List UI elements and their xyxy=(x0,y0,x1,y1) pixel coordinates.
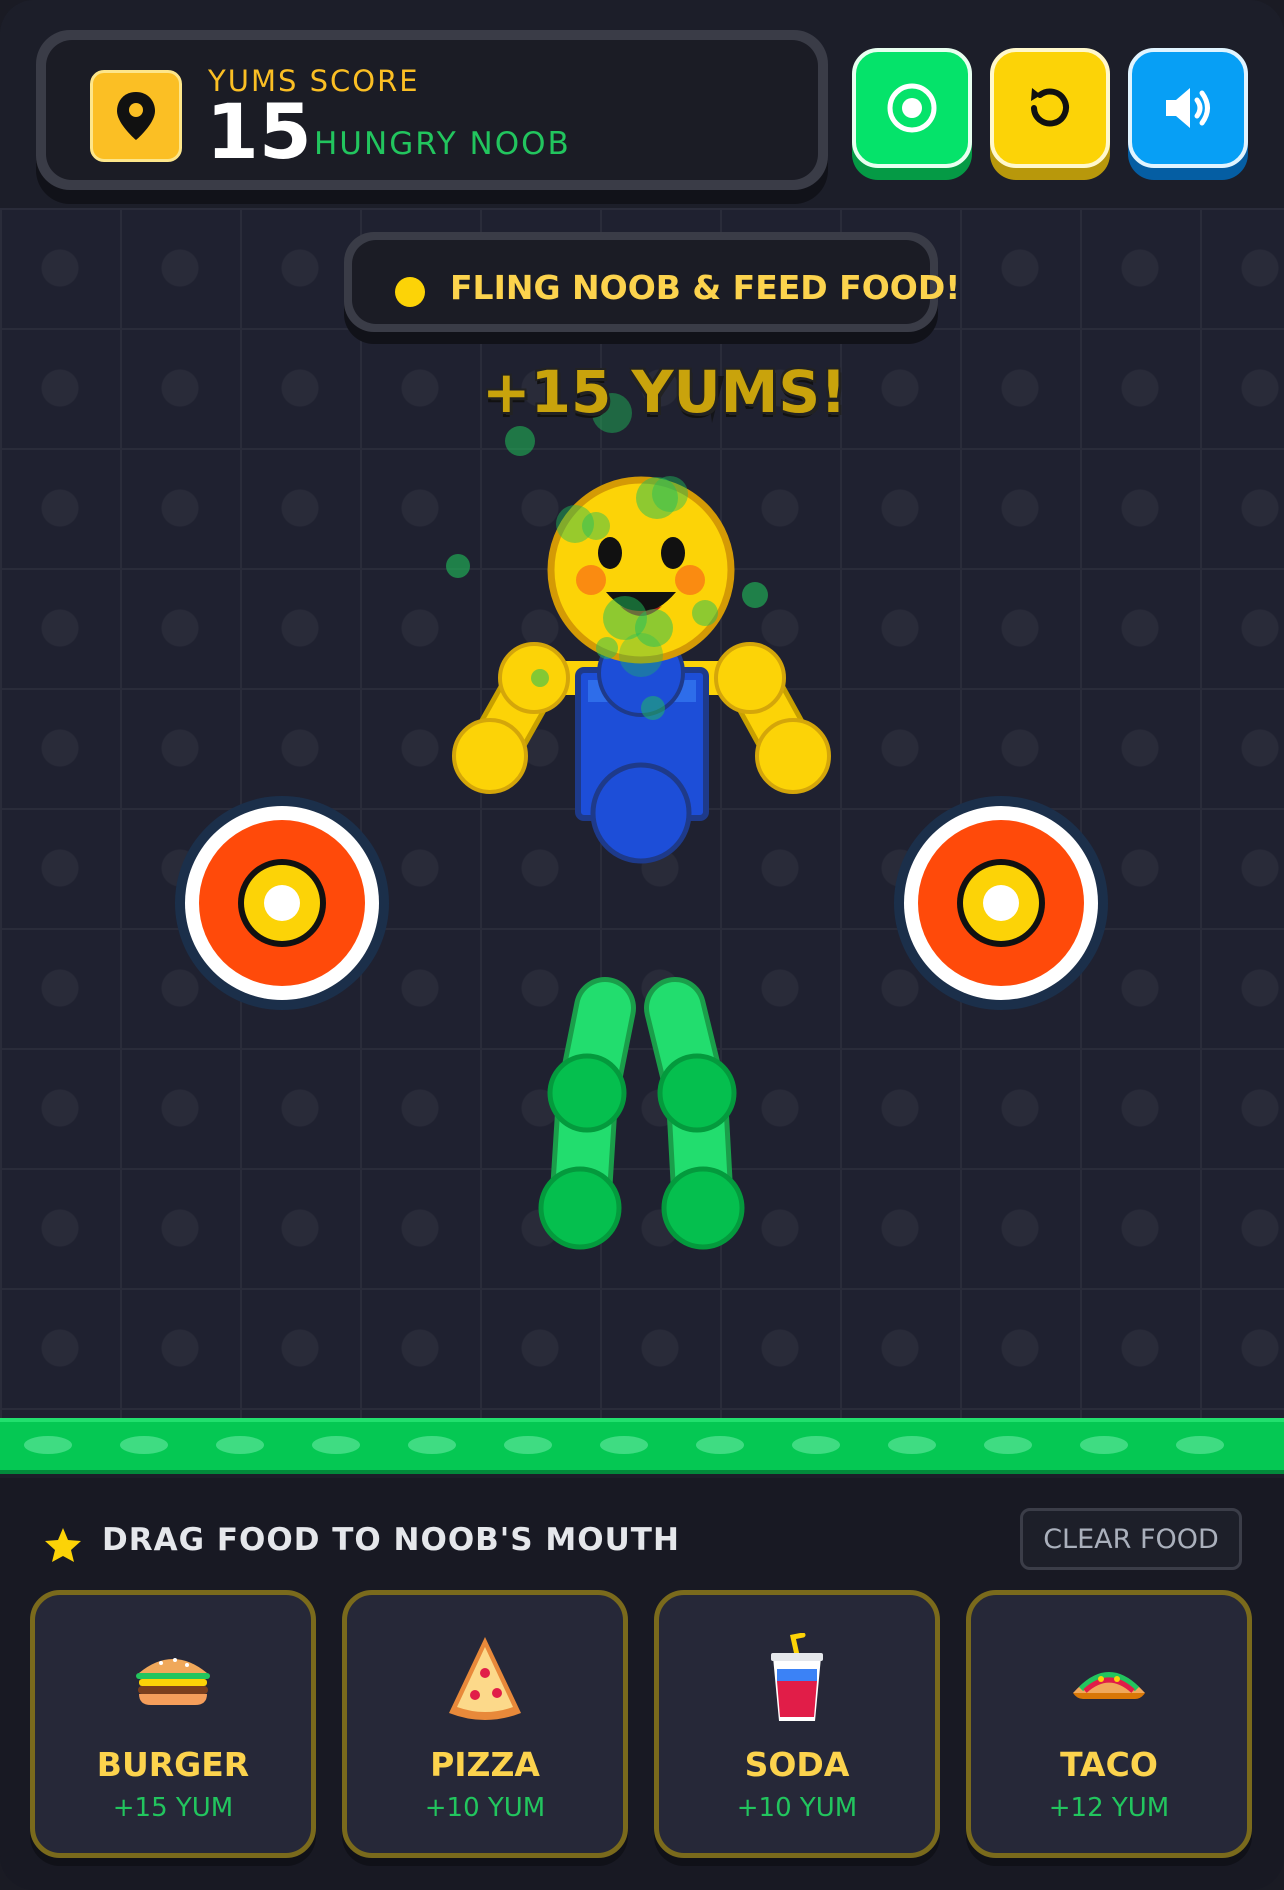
play-area[interactable]: FLING NOOB & FEED FOOD! +15 YUMS! xyxy=(0,208,1284,1418)
soda-icon xyxy=(659,1633,935,1725)
food-name: TACO xyxy=(1060,1745,1158,1784)
food-card-burger[interactable]: BURGER +15 YUM xyxy=(30,1590,316,1858)
pizza-icon xyxy=(347,1633,623,1725)
score-value: 15 xyxy=(206,87,312,176)
star-icon xyxy=(45,1528,81,1562)
restart-icon xyxy=(1031,88,1069,127)
ground-dot xyxy=(600,1436,648,1454)
restart-button[interactable] xyxy=(990,48,1110,168)
food-name: PIZZA xyxy=(430,1745,540,1784)
clear-food-button[interactable]: CLEAR FOOD xyxy=(1020,1508,1242,1570)
burger-icon xyxy=(35,1633,311,1725)
sound-button[interactable] xyxy=(1128,48,1248,168)
ground-dot xyxy=(1080,1436,1128,1454)
noob-character[interactable] xyxy=(452,476,831,1250)
ground-dot xyxy=(24,1436,72,1454)
food-name: SODA xyxy=(744,1745,850,1784)
speaker-icon xyxy=(1166,88,1210,128)
food-name: BURGER xyxy=(96,1745,250,1784)
ground-dot xyxy=(1176,1436,1224,1454)
left-target[interactable] xyxy=(175,796,389,1010)
ground-dot xyxy=(504,1436,552,1454)
banner-text: FLING NOOB & FEED FOOD! xyxy=(450,268,961,307)
food-card-soda[interactable]: SODA +10 YUM xyxy=(654,1590,940,1858)
ground-dot xyxy=(120,1436,168,1454)
target-button[interactable] xyxy=(852,48,972,168)
food-value: +10 YUM xyxy=(736,1793,858,1823)
banner-dot xyxy=(395,277,425,307)
food-card-pizza[interactable]: PIZZA +10 YUM xyxy=(342,1590,628,1858)
score-popup-text: +15 YUMS! xyxy=(482,358,847,426)
ground-dot xyxy=(408,1436,456,1454)
rank-label: HUNGRY NOOB xyxy=(314,126,571,162)
ground-dot xyxy=(792,1436,840,1454)
header-bar: YUMS SCORE 15 HUNGRY NOOB xyxy=(0,0,1284,205)
game-window: YUMS SCORE 15 HUNGRY NOOB FLING NOOB & F… xyxy=(0,0,1284,1890)
ground-dot xyxy=(984,1436,1032,1454)
map-pin-icon xyxy=(90,70,182,162)
food-tray: DRAG FOOD TO NOOB'S MOUTH CLEAR FOOD BUR… xyxy=(0,1478,1284,1890)
food-value: +15 YUM xyxy=(112,1793,234,1823)
ground-dot xyxy=(888,1436,936,1454)
ground-dot xyxy=(216,1436,264,1454)
ground-dot xyxy=(312,1436,360,1454)
score-panel: YUMS SCORE 15 HUNGRY NOOB xyxy=(36,30,828,190)
ground-dot xyxy=(696,1436,744,1454)
food-value: +10 YUM xyxy=(424,1793,546,1823)
food-card-taco[interactable]: TACO +12 YUM xyxy=(966,1590,1252,1858)
food-value: +12 YUM xyxy=(1048,1793,1170,1823)
instruction-banner: FLING NOOB & FEED FOOD! xyxy=(344,232,960,332)
target-icon xyxy=(887,83,937,133)
right-target[interactable] xyxy=(894,796,1108,1010)
taco-icon xyxy=(971,1633,1247,1725)
ground-strip xyxy=(0,1418,1284,1474)
food-instruction: DRAG FOOD TO NOOB'S MOUTH xyxy=(102,1522,680,1558)
